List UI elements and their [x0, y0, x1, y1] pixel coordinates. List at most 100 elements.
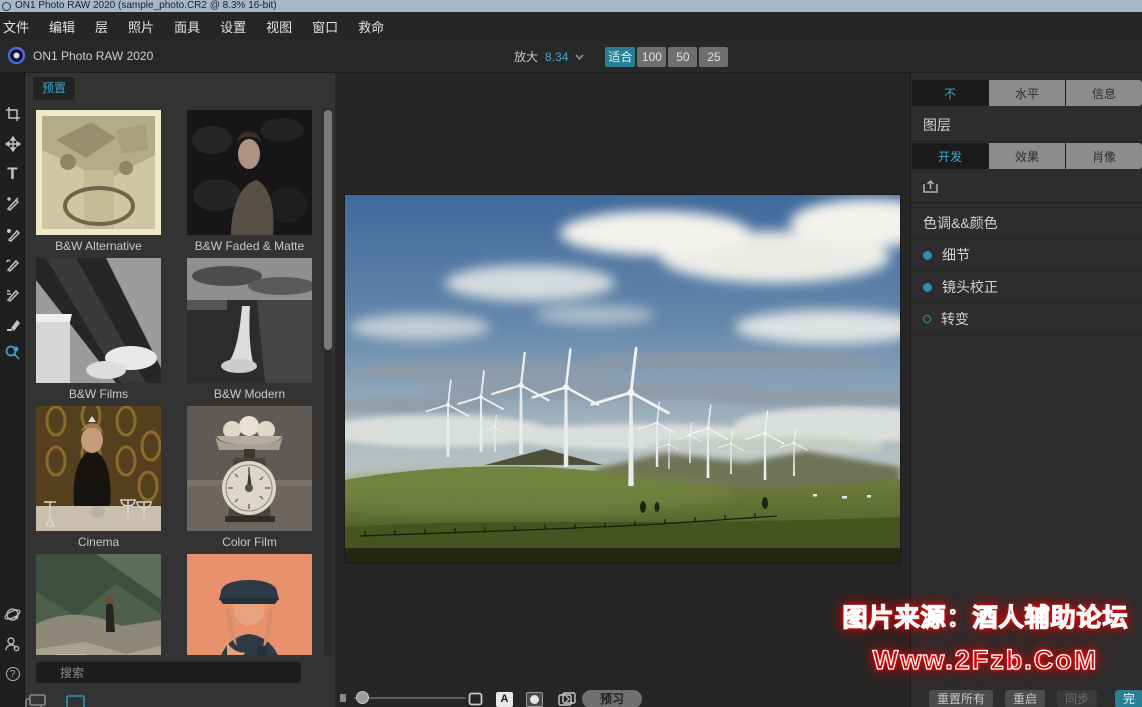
- reset-all-button[interactable]: 重置所有: [929, 690, 993, 707]
- menubar: 文件 编辑 层 照片 面具 设置 视图 窗口 救命: [0, 12, 1142, 40]
- preset-label: B&W Alternative: [36, 235, 161, 257]
- help-icon[interactable]: ?: [0, 661, 25, 687]
- zoom-value[interactable]: 8.34: [545, 50, 568, 64]
- preset-thumb-sepia-column[interactable]: [36, 110, 161, 235]
- search-row: [25, 655, 335, 693]
- grid-view-icon[interactable]: [67, 696, 84, 707]
- presets-scrollbar[interactable]: [324, 108, 332, 680]
- perfect-brush-icon[interactable]: [0, 221, 25, 247]
- on1-logo-icon: [8, 47, 25, 64]
- chevron-down-icon[interactable]: [575, 54, 584, 60]
- enabled-indicator-icon[interactable]: [923, 283, 932, 292]
- share-icon[interactable]: [0, 601, 25, 627]
- view-zoom-tool-icon[interactable]: [0, 339, 25, 365]
- preset-thumb-kitchen-scale[interactable]: [187, 406, 312, 531]
- filmstrip-view-icon[interactable]: [26, 695, 45, 707]
- menu-layer[interactable]: 层: [95, 17, 120, 36]
- enabled-indicator-icon[interactable]: [923, 251, 932, 260]
- mode-tab-group: 开发 效果 肖像: [912, 143, 1142, 169]
- preview-slider-track[interactable]: [354, 697, 466, 699]
- tab-info[interactable]: 信息: [1066, 80, 1142, 106]
- disabled-indicator-icon[interactable]: [923, 315, 931, 323]
- tool-rail: T: [0, 73, 25, 707]
- layers-section-header[interactable]: 图层: [911, 109, 1142, 142]
- preset-item[interactable]: B&W Alternative: [36, 110, 161, 257]
- reset-button[interactable]: 重启: [1005, 690, 1045, 707]
- crop-tool-icon[interactable]: [0, 101, 25, 127]
- preset-label: Cinema: [36, 531, 161, 553]
- section-transform[interactable]: 转变: [911, 304, 1142, 335]
- preset-thumb-bw-waterfall[interactable]: [187, 258, 312, 383]
- zoom-100-button[interactable]: 100: [637, 47, 666, 67]
- menu-settings[interactable]: 设置: [220, 17, 258, 36]
- tab-histogram[interactable]: 水平: [989, 80, 1065, 106]
- section-tone-color[interactable]: 色调&&颜色: [911, 207, 1142, 239]
- canvas-area[interactable]: [336, 73, 910, 707]
- app-name: ON1 Photo RAW 2020: [33, 49, 153, 63]
- zoom-preset-group: 适合 100 50 25: [605, 47, 728, 67]
- preset-grid: B&W Alternative B&W Faded & Matte: [36, 110, 313, 701]
- fit-button[interactable]: 适合: [605, 47, 635, 67]
- tab-presets[interactable]: 预置: [33, 77, 75, 100]
- menu-photo[interactable]: 照片: [128, 17, 166, 36]
- brand: ON1 Photo RAW 2020: [8, 47, 153, 64]
- masking-brush-icon[interactable]: [0, 251, 25, 277]
- preview-size-icon: [340, 694, 346, 702]
- tab-portrait[interactable]: 肖像: [1066, 143, 1142, 169]
- move-tool-icon[interactable]: [0, 131, 25, 157]
- titlebar: ON1 Photo RAW 2020 (sample_photo.CR2 @ 8…: [0, 0, 1142, 12]
- menu-edit[interactable]: 编辑: [49, 17, 87, 36]
- mask-view-icon[interactable]: [526, 692, 543, 707]
- text-tool-icon[interactable]: T: [0, 161, 25, 187]
- zoom-25-button[interactable]: 25: [699, 47, 728, 67]
- compare-icon[interactable]: [558, 692, 576, 706]
- zoom-50-button[interactable]: 50: [668, 47, 697, 67]
- right-panel: 不 水平 信息 图层 开发 效果 肖像 色调&&颜色 细节 镜头校正: [910, 73, 1142, 707]
- photo-wind-turbines[interactable]: [345, 195, 900, 563]
- sync-button[interactable]: 同步: [1057, 690, 1097, 707]
- tab-develop[interactable]: 开发: [912, 143, 988, 169]
- tab-effects[interactable]: 效果: [989, 143, 1065, 169]
- erase-tool-icon[interactable]: [0, 311, 25, 337]
- done-button[interactable]: 完成: [1115, 690, 1142, 707]
- menu-view[interactable]: 视图: [266, 17, 304, 36]
- section-lens-correction[interactable]: 镜头校正: [911, 272, 1142, 303]
- menu-window[interactable]: 窗口: [312, 17, 350, 36]
- adjust-brush-icon[interactable]: [0, 191, 25, 217]
- section-detail[interactable]: 细节: [911, 240, 1142, 271]
- crop-overlay-icon[interactable]: [468, 692, 483, 706]
- preset-label: B&W Films: [36, 383, 161, 405]
- soft-proof-icon[interactable]: A: [496, 692, 513, 707]
- view-tab-group: 不 水平 信息: [912, 80, 1142, 106]
- bottom-bar: A 预习 重置所有 重启 同步 完成: [336, 685, 1142, 707]
- tab-none[interactable]: 不: [912, 80, 988, 106]
- search-input[interactable]: [36, 662, 301, 683]
- preset-thumb-dark-portrait[interactable]: [187, 110, 312, 235]
- app-window-icon: [2, 2, 11, 11]
- on1-photo-raw-window: ON1 Photo RAW 2020 (sample_photo.CR2 @ 8…: [0, 0, 1142, 707]
- preset-item[interactable]: Color Film: [187, 406, 312, 553]
- preset-thumb-cinema-portrait[interactable]: [36, 406, 161, 531]
- preset-item[interactable]: B&W Films: [36, 258, 161, 405]
- export-preset-icon[interactable]: [923, 179, 938, 194]
- preset-item[interactable]: B&W Faded & Matte: [187, 110, 312, 257]
- preset-item[interactable]: Cinema: [36, 406, 161, 553]
- menu-mask[interactable]: 面具: [174, 17, 212, 36]
- app-toolbar: ON1 Photo RAW 2020 放大 8.34 适合 100 50 25: [0, 40, 1142, 73]
- preview-slider-knob[interactable]: [356, 691, 369, 704]
- preset-item[interactable]: B&W Modern: [187, 258, 312, 405]
- preset-thumb-bw-bridge[interactable]: [36, 258, 161, 383]
- preset-label: B&W Modern: [187, 383, 312, 405]
- menu-help[interactable]: 救命: [358, 17, 396, 36]
- presets-scrollbar-thumb[interactable]: [324, 110, 332, 350]
- window-title: ON1 Photo RAW 2020 (sample_photo.CR2 @ 8…: [15, 0, 277, 12]
- zoom-label: 放大: [514, 48, 538, 65]
- menu-file[interactable]: 文件: [3, 17, 41, 36]
- account-icon[interactable]: [0, 631, 25, 657]
- preview-button[interactable]: 预习: [582, 690, 642, 707]
- save-preset-row: [911, 170, 1142, 203]
- presets-panel-header: 预置: [25, 73, 335, 104]
- refine-brush-icon[interactable]: [0, 281, 25, 307]
- preset-label: Color Film: [187, 531, 312, 553]
- view-mode-toggles: [25, 693, 335, 707]
